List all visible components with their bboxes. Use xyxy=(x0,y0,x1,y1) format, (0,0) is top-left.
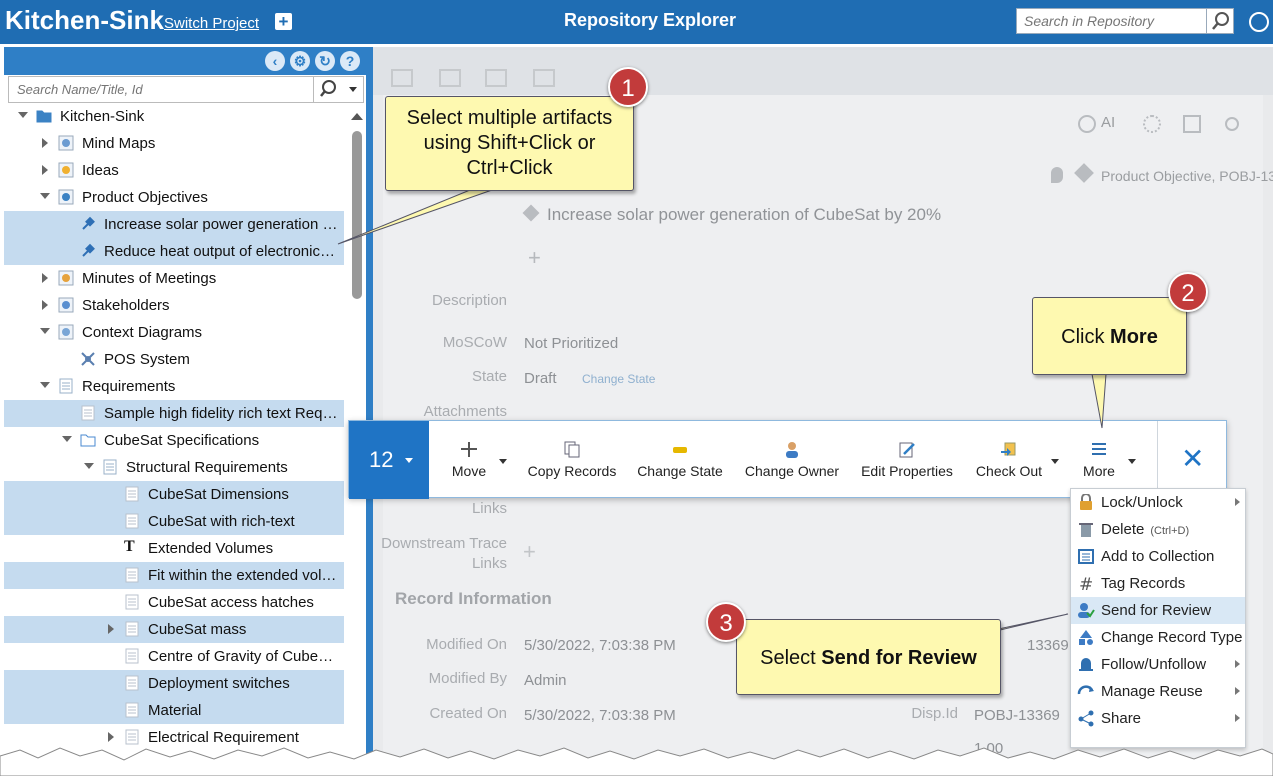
callout-3-bold: Send for Review xyxy=(821,647,977,669)
callout-1-text: Select multiple artifacts using Shift+Cl… xyxy=(406,107,613,179)
callout-pointers xyxy=(337,189,1107,634)
callout-select-multiple: Select multiple artifacts using Shift+Cl… xyxy=(385,96,634,191)
step-badge-1: 1 xyxy=(608,67,648,107)
callout-2-bold: More xyxy=(1110,326,1158,348)
step-badge-2: 2 xyxy=(1168,272,1208,312)
torn-edge xyxy=(0,747,1273,776)
step-badge-3: 3 xyxy=(706,602,746,642)
callout-send-review: Select Send for Review xyxy=(736,619,1001,695)
callout-3-prefix: Select xyxy=(760,647,822,669)
callout-2-prefix: Click xyxy=(1061,326,1111,348)
callout-click-more: Click More xyxy=(1032,297,1187,375)
